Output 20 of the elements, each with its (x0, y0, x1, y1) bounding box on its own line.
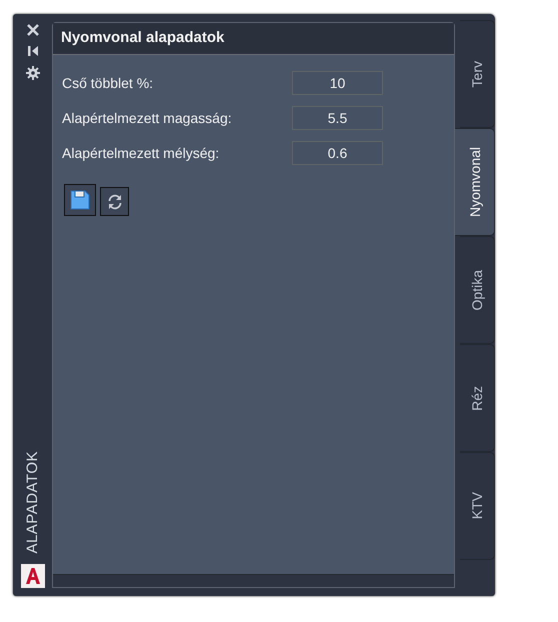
panel-tab[interactable]: Terv (460, 20, 495, 128)
input-field[interactable]: 5.5 (292, 106, 383, 130)
collapse-icon[interactable] (26, 45, 38, 57)
field-label: Alapértelmezett magasság: (62, 110, 233, 126)
panel-tab[interactable]: Réz (460, 344, 495, 452)
panel-side-title: ALAPADATOK (24, 451, 41, 554)
close-icon[interactable] (26, 24, 38, 36)
panel-tab[interactable]: Optika (460, 236, 495, 344)
field-label: Cső többlet %: (62, 75, 154, 91)
panel-title: Nyomvonal alapadatok (53, 23, 454, 55)
refresh-button[interactable] (100, 187, 129, 216)
settings-icon[interactable] (26, 66, 40, 80)
refresh-icon (106, 192, 124, 210)
app-logo-icon[interactable] (20, 564, 44, 588)
field-label: Alapértelmezett mélység: (62, 145, 220, 161)
input-field[interactable]: 10 (292, 71, 383, 95)
save-button[interactable] (64, 184, 96, 216)
panel-tab[interactable]: KTV (460, 452, 495, 560)
input-field[interactable]: 0.6 (292, 141, 383, 165)
panel-tab[interactable]: Nyomvonal (455, 128, 495, 236)
